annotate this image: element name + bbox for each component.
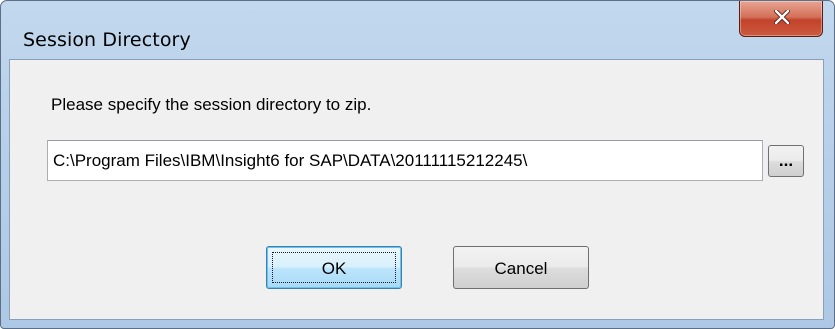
prompt-label: Please specify the session directory to … (51, 95, 372, 114)
cancel-button-label: Cancel (494, 259, 548, 278)
ok-button[interactable]: OK (266, 246, 402, 289)
session-directory-input[interactable] (47, 140, 763, 181)
dialog-body: Please specify the session directory to … (9, 59, 824, 320)
close-icon (774, 10, 790, 24)
session-directory-dialog: Session Directory Please specify the ses… (0, 0, 835, 329)
window-title: Session Directory (23, 29, 191, 51)
ok-button-label: OK (321, 259, 347, 278)
cancel-button[interactable]: Cancel (453, 246, 589, 289)
browse-button[interactable]: ... (768, 145, 804, 177)
close-button[interactable] (739, 1, 823, 37)
